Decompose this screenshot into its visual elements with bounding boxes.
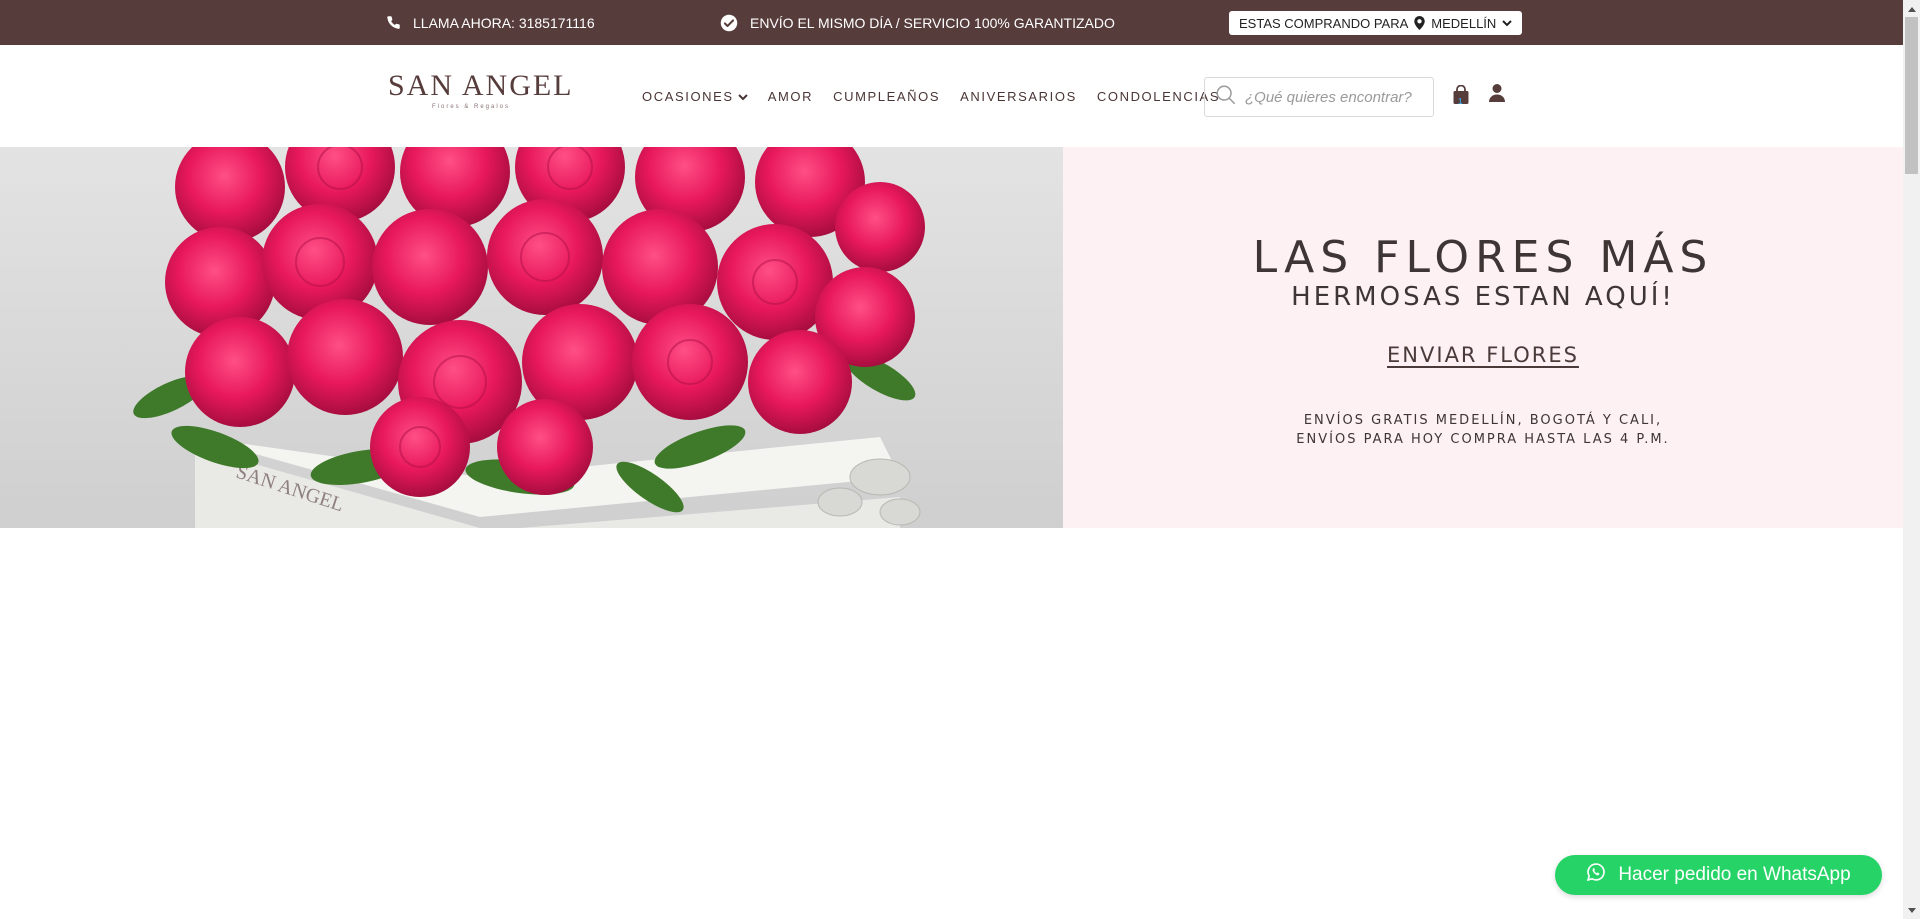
search-input[interactable]: [1245, 88, 1420, 106]
logo-tagline: Flores & Regalos: [431, 104, 511, 110]
whatsapp-icon: [1586, 862, 1606, 888]
shipping-guarantee: ENVÍO EL MISMO DÍA / SERVICIO 100% GARAN…: [720, 0, 1115, 45]
shipping-text: ENVÍO EL MISMO DÍA / SERVICIO 100% GARAN…: [750, 14, 1115, 31]
page-scrollbar[interactable]: [1903, 0, 1920, 919]
search-icon[interactable]: [1215, 84, 1237, 111]
city-prefix: ESTAS COMPRANDO PARA: [1239, 15, 1409, 31]
nav-label: CONDOLENCIAS: [1096, 88, 1221, 104]
check-circle-icon: [720, 14, 738, 32]
hero-banner: SAN ANGEL LAS FLORES MÁS HERMOSAS ESTAN …: [0, 147, 1903, 528]
nav-label: OCASIONES: [642, 88, 734, 104]
phone-icon: [386, 15, 401, 30]
send-flowers-link[interactable]: ENVIAR FLORES: [1063, 343, 1903, 367]
hero-title: LAS FLORES MÁS: [1252, 232, 1714, 283]
logo-wordmark: SAN ANGEL: [388, 69, 574, 102]
user-icon[interactable]: [1488, 83, 1508, 105]
nav-item-condolencias[interactable]: CONDOLENCIAS: [1097, 89, 1220, 104]
top-bar: LLAMA AHORA: 3185171116 ENVÍO EL MISMO D…: [0, 0, 1903, 45]
hero-info-line-2: ENVÍOS PARA HOY COMPRA HASTA LAS 4 P.M.: [1296, 432, 1670, 447]
chevron-down-icon: [737, 89, 748, 104]
nav-label: CUMPLEAÑOS: [833, 88, 941, 104]
hero-text-panel: LAS FLORES MÁS HERMOSAS ESTAN AQUÍ! ENVI…: [1063, 147, 1903, 528]
chevron-down-icon: [1502, 19, 1513, 27]
nav-label: AMOR: [767, 88, 814, 104]
scroll-up-arrow-icon[interactable]: [1903, 0, 1920, 17]
phone-text: LLAMA AHORA: 3185171116: [413, 14, 595, 31]
site-logo[interactable]: SAN ANGEL Flores & Regalos: [388, 69, 574, 115]
page: LLAMA AHORA: 3185171116 ENVÍO EL MISMO D…: [0, 0, 1920, 919]
nav-item-aniversarios[interactable]: ANIVERSARIOS: [960, 89, 1077, 104]
main-nav: OCASIONES AMOR CUMPLEAÑOS ANIVERSARIOS C…: [642, 45, 1240, 147]
map-pin-icon: [1414, 16, 1426, 30]
city-name: MEDELLÍN: [1431, 15, 1497, 31]
nav-item-cumpleanos[interactable]: CUMPLEAÑOS: [833, 89, 940, 104]
nav-item-ocasiones[interactable]: OCASIONES: [642, 89, 748, 104]
scroll-down-arrow-icon[interactable]: [1903, 902, 1920, 919]
nav-label: ANIVERSARIOS: [960, 88, 1077, 104]
hero-info-line-1: ENVÍOS GRATIS MEDELLÍN, BOGOTÁ Y CALI,: [1303, 413, 1663, 428]
hero-subtitle: HERMOSAS ESTAN AQUÍ!: [1291, 282, 1675, 312]
call-now[interactable]: LLAMA AHORA: 3185171116: [386, 0, 595, 45]
whatsapp-order-button[interactable]: Hacer pedido en WhatsApp: [1555, 855, 1882, 895]
whatsapp-label: Hacer pedido en WhatsApp: [1618, 864, 1851, 885]
hero-shipping-info: ENVÍOS GRATIS MEDELLÍN, BOGOTÁ Y CALI, E…: [1063, 411, 1903, 449]
hero-rose-box-image: SAN ANGEL: [0, 147, 1063, 528]
cart-count: 1: [1458, 97, 1463, 106]
city-selector[interactable]: ESTAS COMPRANDO PARA MEDELLÍN: [1229, 11, 1522, 35]
site-header: SAN ANGEL Flores & Regalos OCASIONES AMO…: [0, 45, 1903, 147]
scrollbar-thumb[interactable]: [1905, 17, 1918, 174]
nav-item-amor[interactable]: AMOR: [768, 89, 813, 104]
search-box: [1204, 77, 1434, 117]
